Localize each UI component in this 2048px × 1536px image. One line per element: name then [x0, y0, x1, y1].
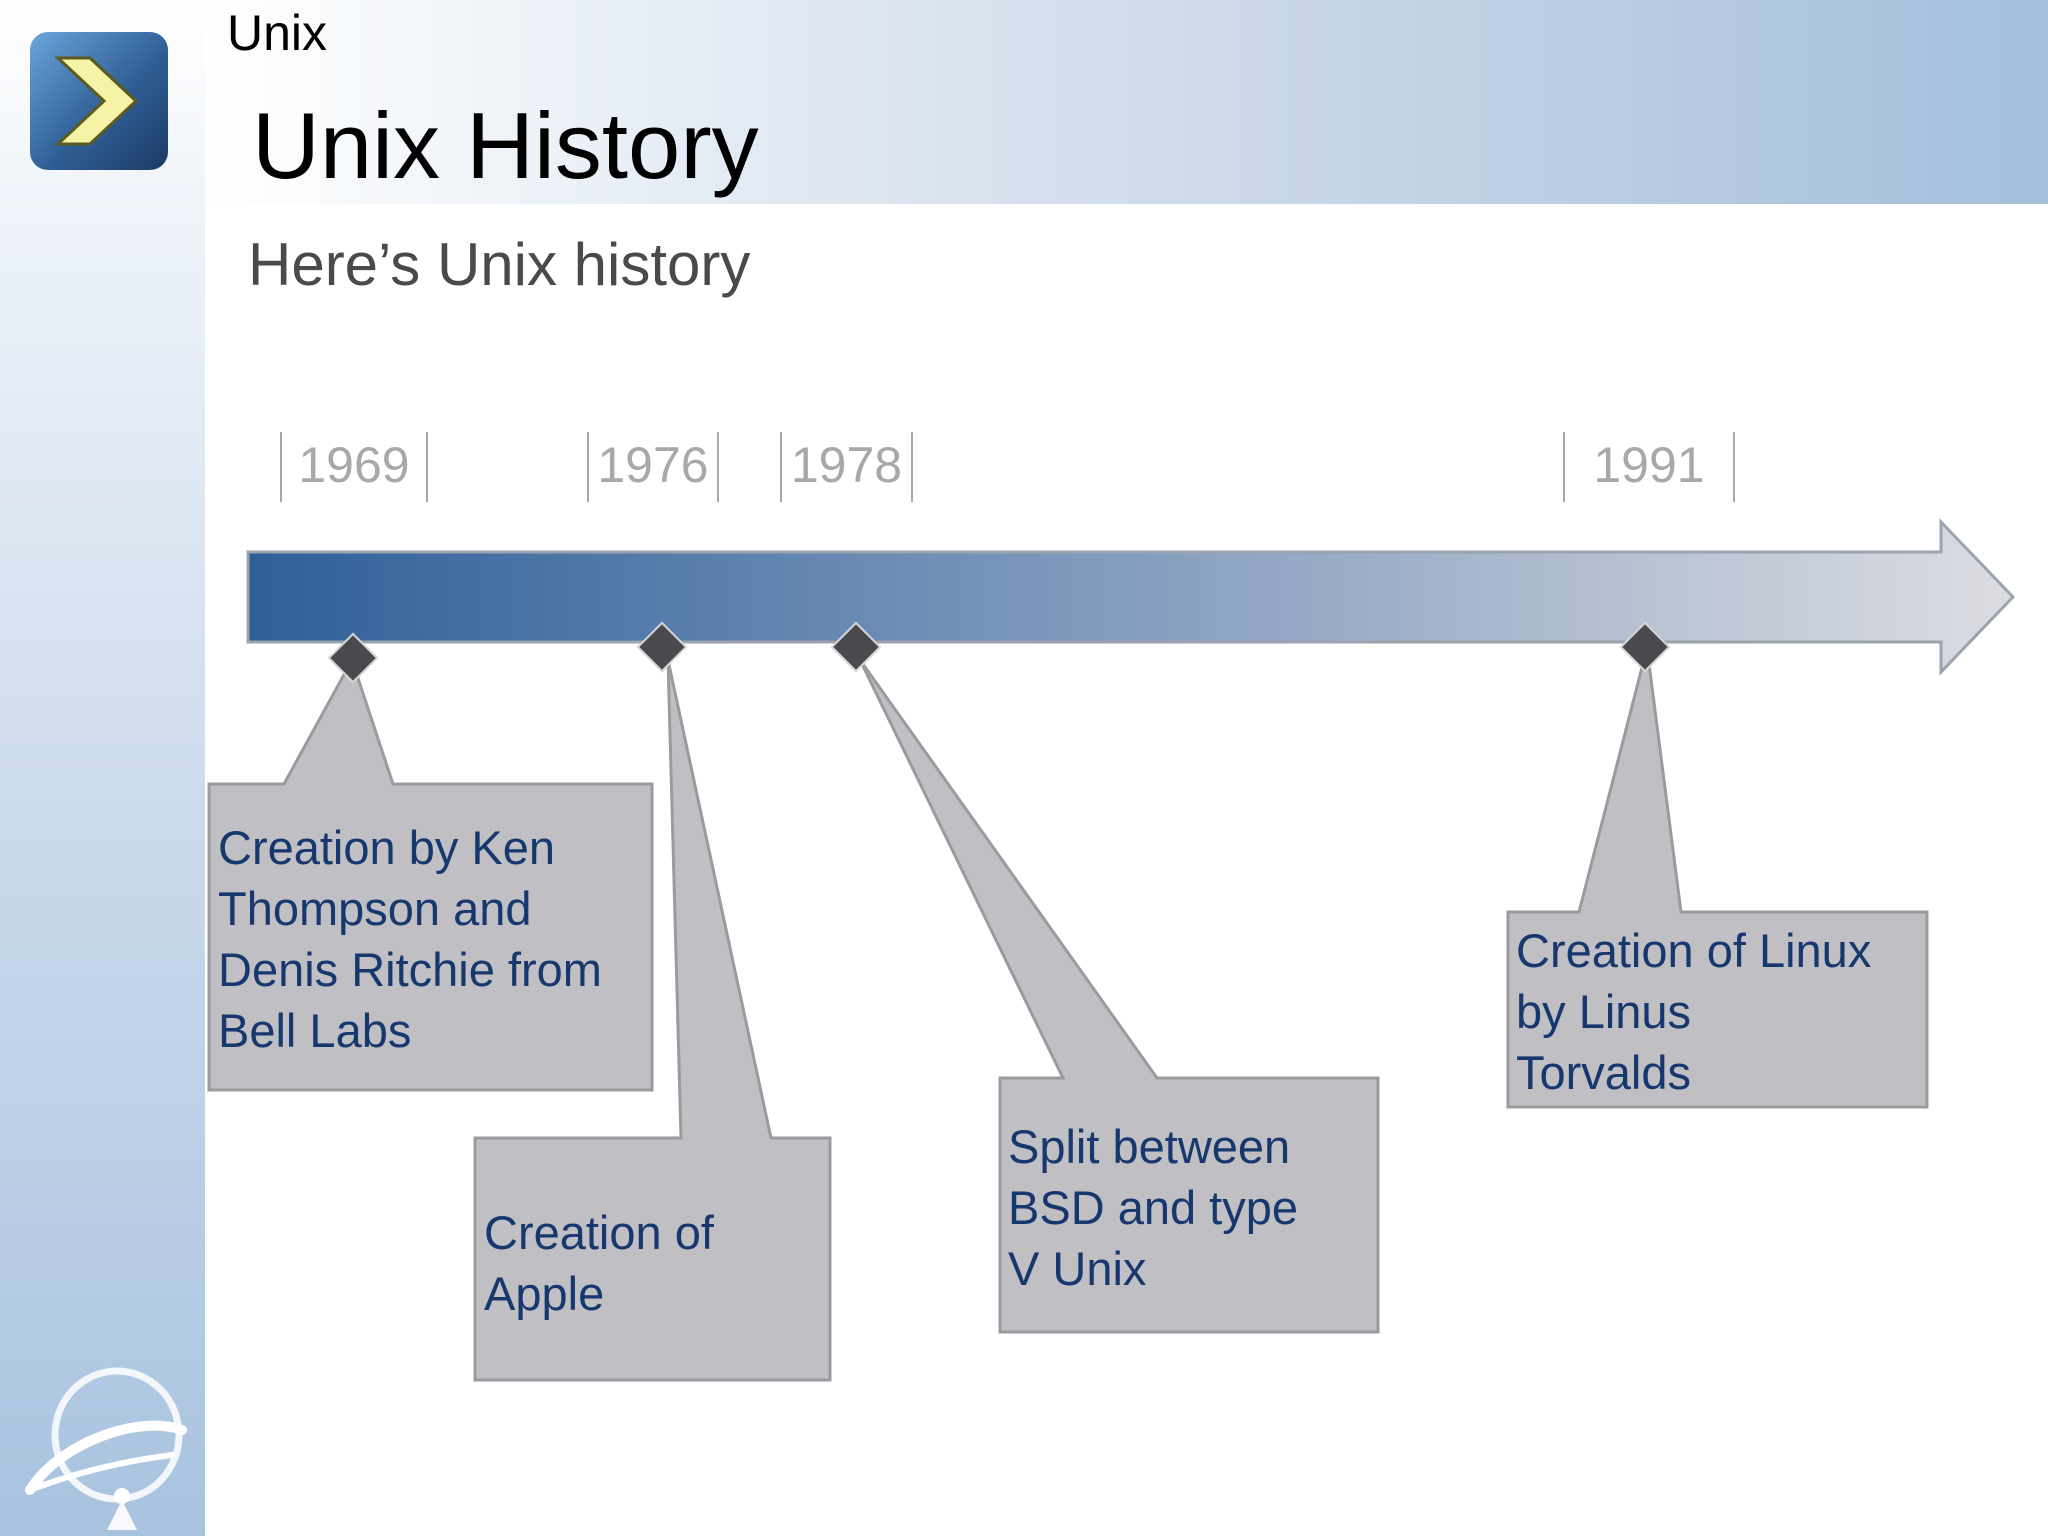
event-line: Thompson and [218, 882, 532, 935]
year-label-1976: 1976 [587, 432, 719, 502]
orbit-logo-icon [25, 1367, 187, 1530]
event-line: Bell Labs [218, 1004, 412, 1057]
event-line: Apple [484, 1267, 605, 1320]
year-label-1991: 1991 [1563, 432, 1735, 502]
event-line: Creation of Linux [1516, 924, 1872, 977]
event-line: Creation of [484, 1206, 714, 1259]
event-line: by Linus [1516, 985, 1692, 1038]
event-line: Creation by Ken [218, 821, 556, 874]
year-label-1969: 1969 [280, 432, 428, 502]
event-line: Split between [1008, 1120, 1291, 1173]
timeline-diagram [207, 518, 2016, 1382]
event-text-1976: Creation of Apple [484, 1202, 714, 1324]
event-text-1991: Creation of Linux by Linus Torvalds [1516, 920, 1871, 1103]
event-line: Denis Ritchie from [218, 943, 602, 996]
event-line: BSD and type [1008, 1181, 1299, 1234]
event-line: V Unix [1008, 1242, 1147, 1295]
timeline-arrow [246, 518, 2016, 676]
event-text-1969: Creation by Ken Thompson and Denis Ritch… [218, 817, 602, 1061]
event-line: Torvalds [1516, 1046, 1692, 1099]
event-text-1978: Split between BSD and type V Unix [1008, 1116, 1298, 1299]
year-label-1978: 1978 [780, 432, 913, 502]
